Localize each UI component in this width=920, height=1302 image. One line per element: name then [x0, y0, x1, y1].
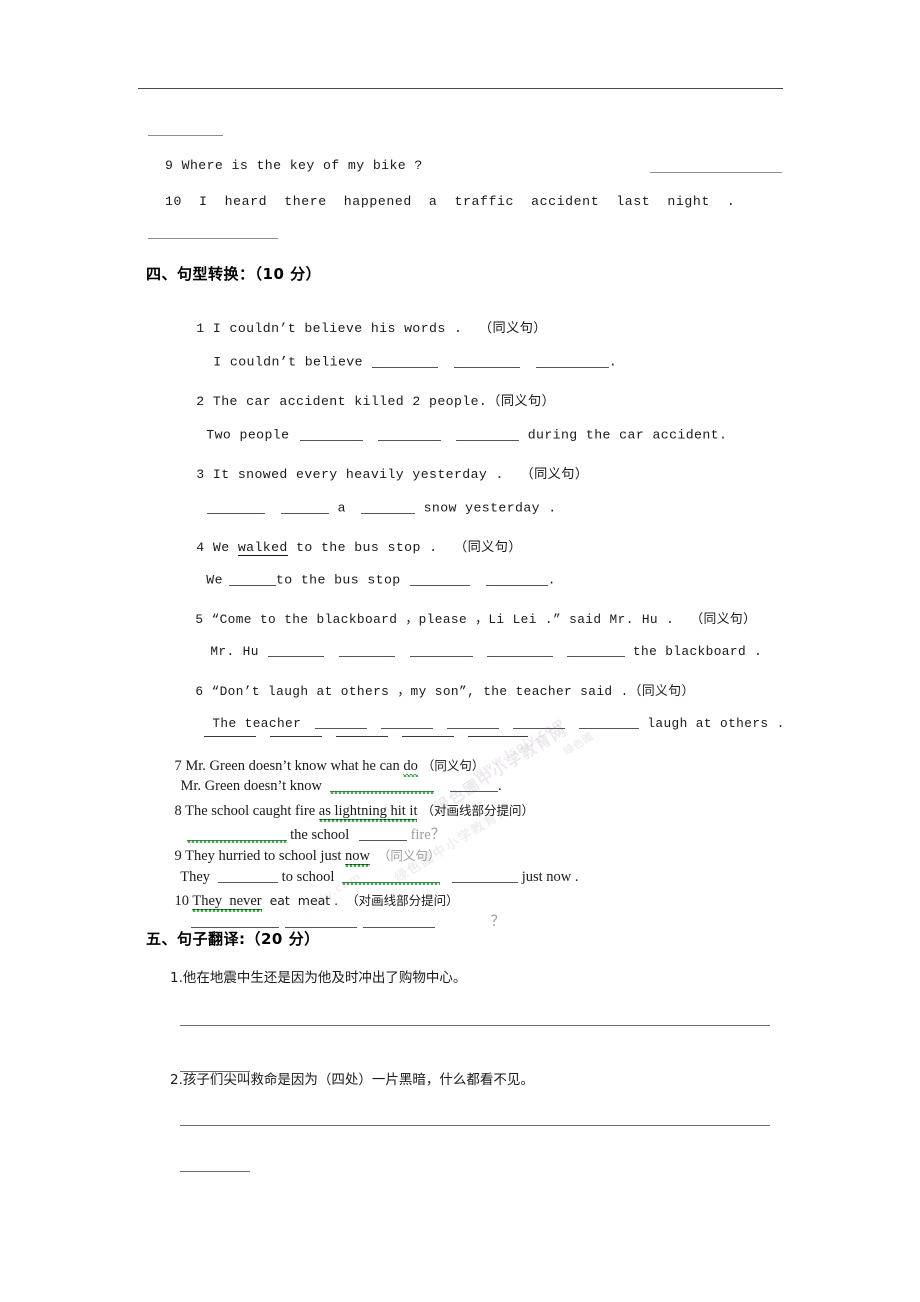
- fill-blank[interactable]: [267, 644, 324, 658]
- translation-item: 1.他在地震中生还是因为他及时冲出了购物中心。: [170, 970, 467, 986]
- answer-mid: to the bus stop: [275, 572, 401, 588]
- answer-suffix: just now .: [521, 868, 579, 885]
- fill-blank[interactable]: [452, 868, 519, 883]
- section-heading-4: 四、句型转换：（10 分）: [146, 265, 322, 283]
- fill-blank[interactable]: [468, 735, 528, 737]
- fill-blank[interactable]: [362, 913, 435, 928]
- translation-item: 2.孩子们尖叫救命是因为（四处）一片黑暗，什么都看不见。: [170, 1072, 534, 1088]
- question-text: to the bus stop . （同义句）: [287, 540, 522, 555]
- fill-blank[interactable]: [281, 500, 330, 514]
- answer-blank-line: [148, 238, 278, 239]
- answer-mid: a: [337, 500, 346, 516]
- fill-blank[interactable]: [566, 644, 625, 658]
- translation-answer-rule[interactable]: [180, 1171, 250, 1172]
- fill-blank[interactable]: [535, 354, 609, 368]
- exam-page: 绿色圃中小学教育网 www.lspjy.com 绿色圃中小学教育网 lspjy.…: [0, 0, 920, 1302]
- fill-blank[interactable]: [270, 735, 322, 737]
- fill-blank[interactable]: [453, 354, 520, 368]
- answer-prefix: We: [206, 572, 223, 588]
- question-text: 2 The car accident killed 2 people.（同义句）: [196, 394, 556, 409]
- answer-suffix: .: [547, 572, 556, 588]
- question-text: 5 “Come to the blackboard ，please ，Li Le…: [195, 612, 757, 627]
- fill-blank[interactable]: [190, 913, 279, 928]
- fill-blank[interactable]: [486, 644, 553, 658]
- fill-blank[interactable]: [204, 735, 256, 737]
- answer-suffix: ？: [490, 914, 506, 930]
- fill-blank[interactable]: [361, 500, 416, 514]
- fill-blank[interactable]: [485, 572, 548, 586]
- underlined-phrase: walked: [237, 540, 288, 556]
- fill-blank[interactable]: [409, 572, 470, 586]
- answer-suffix: the blackboard .: [632, 644, 763, 660]
- fill-blank[interactable]: [579, 716, 640, 730]
- question-text: 1 I couldn’t believe his words . （同义句）: [196, 321, 547, 336]
- answer-prefix: Two people: [206, 427, 290, 443]
- question-text: 3 It snowed every heavily yesterday . （同…: [196, 467, 589, 482]
- translation-answer-rule[interactable]: [180, 1125, 770, 1126]
- question-text: 4 We: [196, 540, 238, 555]
- fill-blank[interactable]: [228, 572, 276, 586]
- fill-blank[interactable]: [284, 913, 357, 928]
- fill-blank[interactable]: [300, 427, 364, 441]
- fill-blank[interactable]: [409, 644, 473, 658]
- question-text: 6 “Don’t laugh at others ，my son”, the t…: [195, 684, 695, 699]
- answer-suffix: laugh at others .: [647, 716, 785, 732]
- answer-suffix: .: [608, 354, 618, 370]
- answer-suffix: snow yesterday .: [423, 500, 557, 516]
- answer-blank-line: [650, 172, 782, 173]
- question-10: 10 I heard there happened a traffic acci…: [165, 194, 736, 209]
- answer-prefix: I couldn’t believe: [213, 354, 363, 370]
- header-rule: [138, 88, 783, 89]
- fill-blank[interactable]: [338, 644, 395, 658]
- fill-blank[interactable]: [456, 427, 520, 441]
- fill-blank[interactable]: [371, 354, 438, 368]
- fill-blank[interactable]: [207, 500, 266, 514]
- question-9: 9 Where is the key of my bike ?: [165, 158, 423, 173]
- answer-prefix: Mr. Hu: [210, 644, 259, 660]
- fill-blank[interactable]: [402, 735, 454, 737]
- answer-suffix: during the car accident.: [527, 427, 728, 443]
- translation-answer-rule[interactable]: [180, 1025, 770, 1026]
- answer-blank-line: [148, 135, 223, 136]
- fill-blank[interactable]: [378, 427, 442, 441]
- section-heading-5: 五、句子翻译:（20 分）: [146, 930, 320, 948]
- fill-blank[interactable]: [336, 735, 388, 737]
